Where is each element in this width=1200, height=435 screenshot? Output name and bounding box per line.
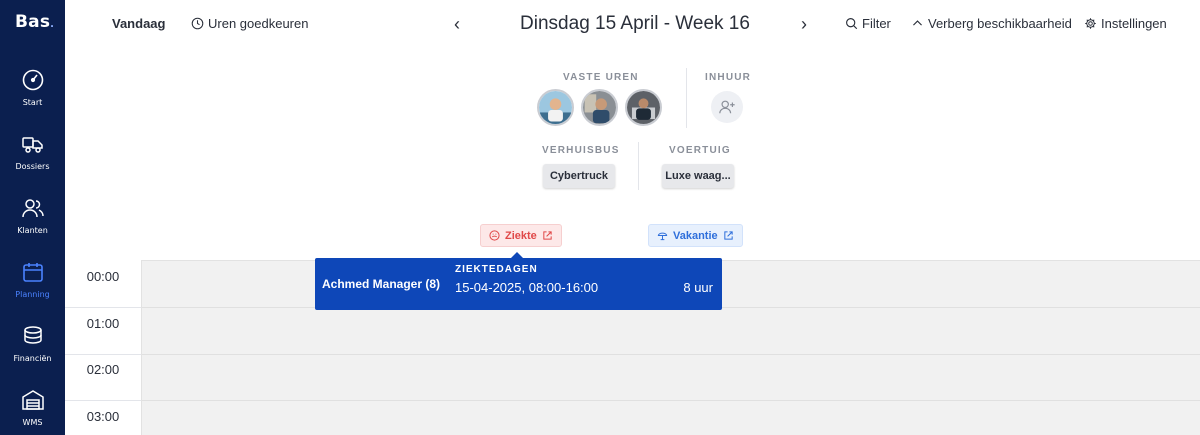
avatar-photo: [627, 91, 660, 124]
clock-icon: [191, 17, 204, 30]
time-label: 00:00: [86, 269, 120, 284]
moving-van-label: VERHUISBUS: [542, 145, 620, 156]
avatar-photo: [583, 91, 616, 124]
vacation-tag[interactable]: Vakantie: [648, 224, 743, 247]
customers-icon: [21, 199, 44, 218]
vacation-label: Vakantie: [673, 229, 718, 242]
filter-button[interactable]: Filter: [845, 16, 891, 31]
search-icon: [846, 18, 858, 30]
time-divider: [65, 354, 141, 355]
sidebar-item-planning[interactable]: Planning: [0, 260, 65, 299]
settings-label: Instellingen: [1101, 16, 1167, 31]
sidebar-item-label: WMS: [22, 418, 43, 427]
hire-label: INHUUR: [705, 72, 752, 83]
chevron-left-icon: ‹: [454, 14, 460, 34]
time-label: 02:00: [86, 362, 120, 377]
sidebar-item-financien[interactable]: Financiën: [0, 324, 65, 363]
next-week-button[interactable]: ›: [801, 14, 807, 35]
calendar-icon: [22, 263, 43, 282]
sidebar-item-label: Start: [22, 98, 43, 107]
time-column: 00:00 01:00 02:00 03:00: [65, 260, 141, 435]
sidebar-item-label: Klanten: [17, 226, 48, 235]
fixed-hours-label: VASTE UREN: [563, 72, 639, 83]
employee-avatar[interactable]: [625, 89, 662, 126]
truck-icon: [21, 137, 43, 153]
hide-availability-label: Verberg beschikbaarheid: [928, 16, 1072, 31]
hide-availability-button[interactable]: Verberg beschikbaarheid: [911, 16, 1072, 31]
vehicle-chip[interactable]: Luxe waag...: [662, 164, 734, 188]
brand-logo[interactable]: Bas.: [15, 12, 54, 32]
employee-avatar[interactable]: [581, 89, 618, 126]
sidebar-item-dossiers[interactable]: Dossiers: [0, 132, 65, 171]
divider: [638, 142, 639, 190]
time-label: 03:00: [86, 409, 120, 424]
add-user-icon: [719, 100, 735, 114]
sidebar-item-wms[interactable]: WMS: [0, 388, 65, 427]
today-label: Vandaag: [112, 16, 166, 31]
warehouse-icon: [21, 390, 44, 410]
external-link-icon: [723, 231, 733, 240]
tooltip-type: ZIEKTEDAGEN: [455, 264, 538, 275]
time-divider: [65, 307, 141, 308]
hour-line: [142, 354, 1200, 355]
sidebar-item-start[interactable]: Start: [0, 68, 65, 107]
time-divider: [65, 400, 141, 401]
chevron-right-icon: ›: [801, 14, 807, 34]
time-label: 01:00: [86, 316, 120, 331]
tooltip-hours: 8 uur: [683, 280, 713, 295]
tooltip-employee: Achmed Manager (8): [322, 277, 441, 291]
sidebar-item-label: Dossiers: [15, 162, 50, 171]
logo-text: Bas: [15, 12, 51, 32]
add-hire-button[interactable]: [711, 91, 743, 123]
sick-leave-tag[interactable]: Ziekte: [480, 224, 562, 247]
umbrella-icon: [657, 232, 668, 241]
sidebar-item-label: Financiën: [13, 354, 52, 363]
planning-app: Bas. Start Dossiers Klanten Planning Fin…: [0, 0, 1200, 435]
filter-label: Filter: [862, 16, 891, 31]
logo-dot: .: [50, 19, 55, 30]
previous-week-button[interactable]: ‹: [454, 14, 460, 35]
gauge-icon: [22, 69, 43, 91]
today-button[interactable]: Vandaag: [112, 16, 165, 31]
sidebar-item-label: Planning: [15, 290, 50, 299]
sidebar-item-klanten[interactable]: Klanten: [0, 196, 65, 235]
sick-leave-label: Ziekte: [505, 229, 537, 242]
avatar-photo: [539, 91, 572, 124]
employee-avatar[interactable]: [537, 89, 574, 126]
approve-hours-label: Uren goedkeuren: [208, 16, 309, 31]
coins-icon: [23, 326, 42, 344]
chevron-up-icon: [913, 20, 922, 26]
leave-tooltip: Achmed Manager (8) ZIEKTEDAGEN 15-04-202…: [315, 258, 722, 310]
date-title: Dinsdag 15 April - Week 16: [520, 13, 750, 34]
sidebar: Bas. Start Dossiers Klanten Planning Fin…: [0, 0, 65, 435]
moving-van-chip[interactable]: Cybertruck: [543, 164, 615, 188]
gear-icon: [1085, 18, 1096, 29]
settings-button[interactable]: Instellingen: [1084, 16, 1167, 31]
approve-hours-button[interactable]: Uren goedkeuren: [191, 16, 308, 31]
vehicle-label: VOERTUIG: [669, 145, 731, 156]
external-link-icon: [543, 231, 552, 240]
hour-line: [142, 400, 1200, 401]
sick-icon: [489, 230, 500, 241]
tooltip-range: 15-04-2025, 08:00-16:00: [455, 280, 599, 295]
divider: [686, 68, 687, 128]
